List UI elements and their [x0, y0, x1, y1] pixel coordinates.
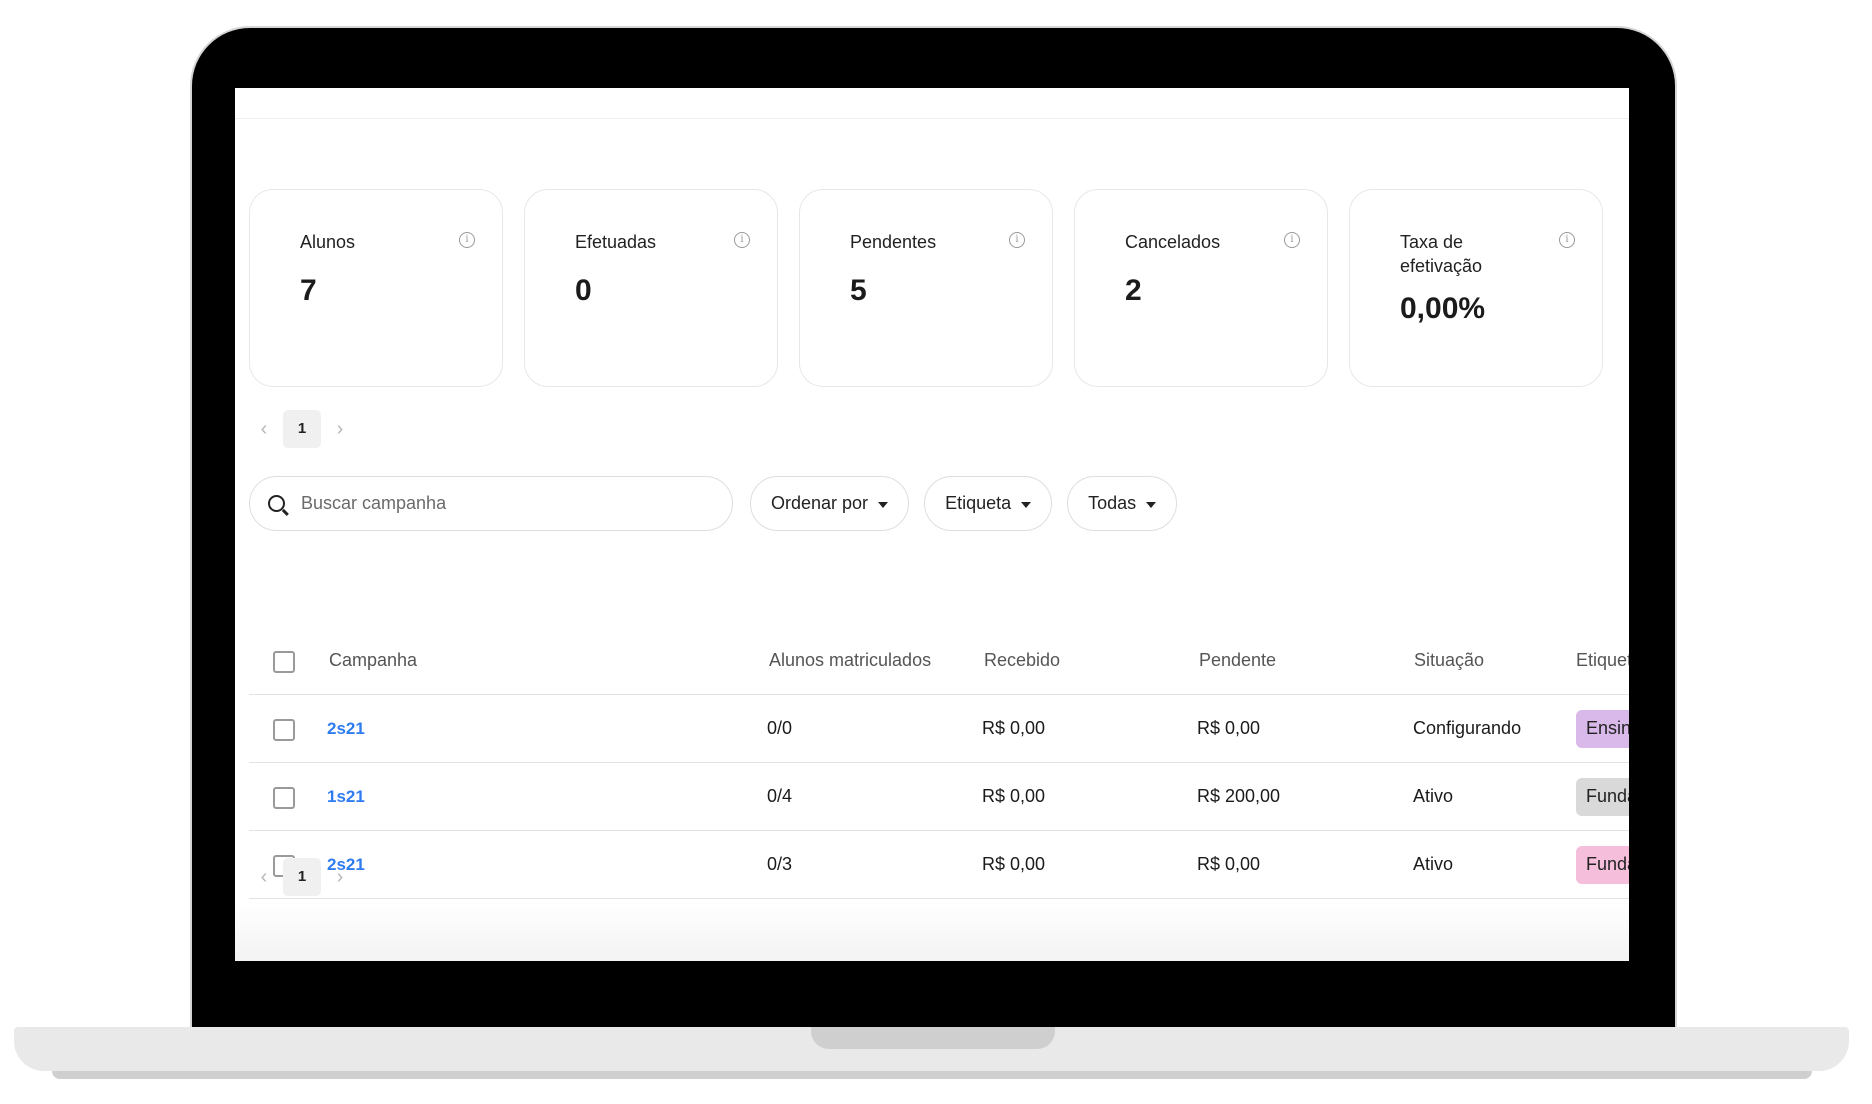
search-box[interactable] [249, 476, 733, 531]
caret-down-icon [878, 501, 889, 508]
stat-value: 0,00% [1400, 292, 1486, 325]
status-dropdown[interactable]: Todas [1067, 476, 1178, 531]
status-value: Ativo [1413, 786, 1454, 806]
stat-value: 0 [575, 274, 592, 307]
stat-label: Alunos [300, 232, 356, 252]
pagination-bottom: ‹ 1 › [257, 858, 347, 896]
top-bar [235, 88, 1629, 119]
tag-cell: Fundar [1576, 831, 1629, 898]
stat-value: 7 [300, 274, 317, 307]
tag-cell: Fundar [1576, 763, 1629, 830]
header-status[interactable]: Situação [1414, 627, 1484, 694]
info-icon[interactable]: i [1009, 232, 1025, 248]
stat-label: Pendentes [850, 232, 937, 252]
campaigns-table: Campanha Alunos matriculados Recebido Pe… [249, 627, 1629, 899]
caret-down-icon [1021, 501, 1032, 508]
info-icon[interactable]: i [459, 232, 475, 248]
caret-down-icon [1146, 501, 1157, 508]
stat-card-efetuadas: Efetuadas i 0 [524, 189, 778, 387]
search-icon [268, 495, 285, 512]
chevron-left-icon[interactable]: ‹ [257, 418, 271, 441]
stat-card-pendentes: Pendentes i 5 [799, 189, 1053, 387]
tag-badge: Fundar [1576, 777, 1629, 816]
stat-label: Efetuadas [575, 232, 657, 252]
stat-card-taxa: Taxa de efetivação i 0,00% [1349, 189, 1603, 387]
tag-badge: Fundar [1576, 845, 1629, 884]
stat-label: Cancelados [1125, 232, 1221, 252]
pending-value: R$ 200,00 [1197, 786, 1281, 806]
stat-value: 2 [1125, 274, 1142, 307]
header-pending[interactable]: Pendente [1199, 627, 1276, 694]
row-checkbox[interactable] [273, 787, 295, 809]
header-enrolled[interactable]: Alunos matriculados [769, 627, 931, 694]
chevron-right-icon[interactable]: › [333, 418, 347, 441]
campaign-link[interactable]: 1s21 [327, 763, 365, 830]
table-row[interactable]: 2s21 0/0 R$ 0,00 R$ 0,00 Configurando En… [249, 695, 1629, 763]
search-input[interactable] [301, 493, 701, 514]
stat-value: 5 [850, 274, 867, 307]
sort-label: Ordenar por [771, 493, 869, 513]
header-received[interactable]: Recebido [984, 627, 1060, 694]
info-icon[interactable]: i [734, 232, 750, 248]
laptop-notch [811, 1027, 1055, 1049]
chevron-left-icon[interactable]: ‹ [257, 866, 271, 889]
status-value: Configurando [1413, 718, 1522, 738]
enrolled-value: 0/3 [767, 854, 793, 874]
tag-badge: Ensino [1576, 709, 1629, 748]
received-value: R$ 0,00 [982, 786, 1046, 806]
table-row[interactable]: 1s21 0/4 R$ 0,00 R$ 200,00 Ativo Fundar [249, 763, 1629, 831]
bottom-fade [235, 901, 1629, 961]
page-number[interactable]: 1 [283, 410, 321, 448]
stat-card-cancelados: Cancelados i 2 [1074, 189, 1328, 387]
row-checkbox[interactable] [273, 719, 295, 741]
filter-bar: Ordenar por Etiqueta Todas [249, 476, 1178, 531]
sort-dropdown[interactable]: Ordenar por [750, 476, 910, 531]
tag-dropdown[interactable]: Etiqueta [924, 476, 1053, 531]
info-icon[interactable]: i [1284, 232, 1300, 248]
stat-card-alunos: Alunos i 7 [249, 189, 503, 387]
tag-cell: Ensino [1576, 695, 1629, 762]
laptop-foot [52, 1071, 1812, 1079]
table-header: Campanha Alunos matriculados Recebido Pe… [249, 627, 1629, 695]
info-icon[interactable]: i [1559, 232, 1575, 248]
received-value: R$ 0,00 [982, 854, 1046, 874]
received-value: R$ 0,00 [982, 718, 1046, 738]
header-tag[interactable]: Etiqueta [1576, 627, 1629, 694]
pending-value: R$ 0,00 [1197, 854, 1261, 874]
pagination-top: ‹ 1 › [257, 410, 347, 448]
stats-cards: Alunos i 7 Efetuadas i 0 Pendentes i 5 C… [249, 189, 1603, 387]
status-filter-label: Todas [1088, 493, 1137, 513]
chevron-right-icon[interactable]: › [333, 866, 347, 889]
page-number[interactable]: 1 [283, 858, 321, 896]
enrolled-value: 0/4 [767, 786, 793, 806]
pending-value: R$ 0,00 [1197, 718, 1261, 738]
status-value: Ativo [1413, 854, 1454, 874]
header-campaign[interactable]: Campanha [329, 627, 417, 694]
tag-filter-label: Etiqueta [945, 493, 1012, 513]
app-screen: Alunos i 7 Efetuadas i 0 Pendentes i 5 C… [235, 88, 1629, 961]
stat-label: Taxa de efetivação [1400, 232, 1483, 276]
table-row[interactable]: 2s21 0/3 R$ 0,00 R$ 0,00 Ativo Fundar [249, 831, 1629, 899]
enrolled-value: 0/0 [767, 718, 793, 738]
campaign-link[interactable]: 2s21 [327, 695, 365, 762]
select-all-checkbox[interactable] [273, 651, 295, 673]
